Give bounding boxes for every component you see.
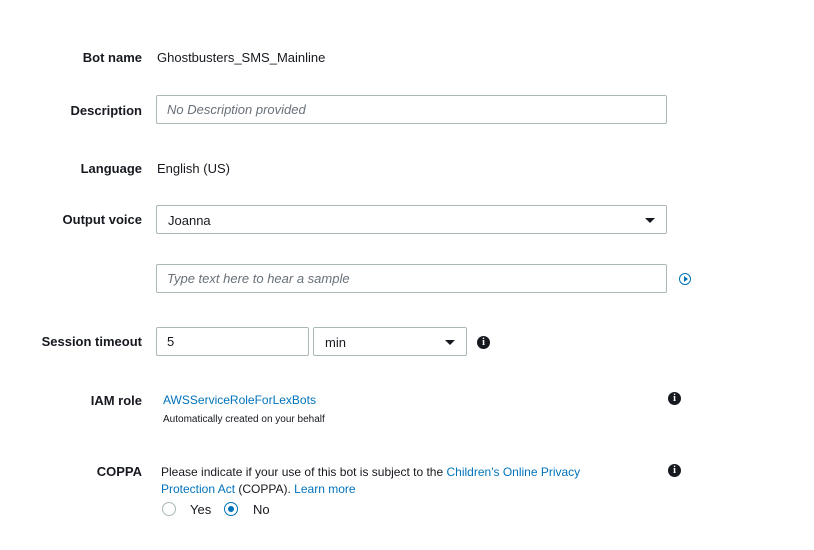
coppa-act-link-part2[interactable]: Protection Act — [161, 482, 235, 496]
output-voice-selected: Joanna — [168, 213, 211, 228]
caret-down-icon — [645, 218, 655, 223]
output-voice-label: Output voice — [62, 212, 142, 227]
language-label: Language — [80, 161, 142, 176]
bot-name-label: Bot name — [82, 50, 142, 65]
coppa-no-label[interactable]: No — [253, 502, 270, 517]
session-timeout-label: Session timeout — [41, 334, 142, 349]
iam-role-link[interactable]: AWSServiceRoleForLexBots — [163, 393, 316, 407]
bot-name-value: Ghostbusters_SMS_Mainline — [157, 50, 326, 65]
session-timeout-unit-select[interactable]: min — [313, 327, 467, 356]
sample-text-input[interactable] — [156, 264, 667, 293]
language-value: English (US) — [157, 161, 230, 176]
info-icon[interactable]: i — [668, 392, 681, 405]
info-icon[interactable]: i — [477, 336, 490, 349]
session-timeout-unit-selected: min — [325, 335, 346, 350]
coppa-label: COPPA — [96, 464, 142, 479]
coppa-act-link-part1[interactable]: Children's Online Privacy — [447, 465, 581, 479]
iam-role-label: IAM role — [90, 393, 142, 408]
learn-more-link[interactable]: Learn more — [294, 482, 355, 496]
session-timeout-input[interactable] — [156, 327, 309, 356]
coppa-yes-radio[interactable] — [162, 502, 176, 516]
description-input[interactable] — [156, 95, 667, 124]
info-icon[interactable]: i — [668, 464, 681, 477]
play-circle-icon[interactable] — [679, 273, 691, 285]
caret-down-icon — [445, 340, 455, 345]
coppa-yes-label[interactable]: Yes — [190, 502, 211, 517]
coppa-description: Please indicate if your use of this bot … — [161, 465, 581, 496]
description-label: Description — [70, 103, 142, 118]
iam-role-note: Automatically created on your behalf — [163, 414, 325, 425]
coppa-no-radio[interactable] — [224, 502, 238, 516]
output-voice-select[interactable]: Joanna — [156, 205, 667, 234]
